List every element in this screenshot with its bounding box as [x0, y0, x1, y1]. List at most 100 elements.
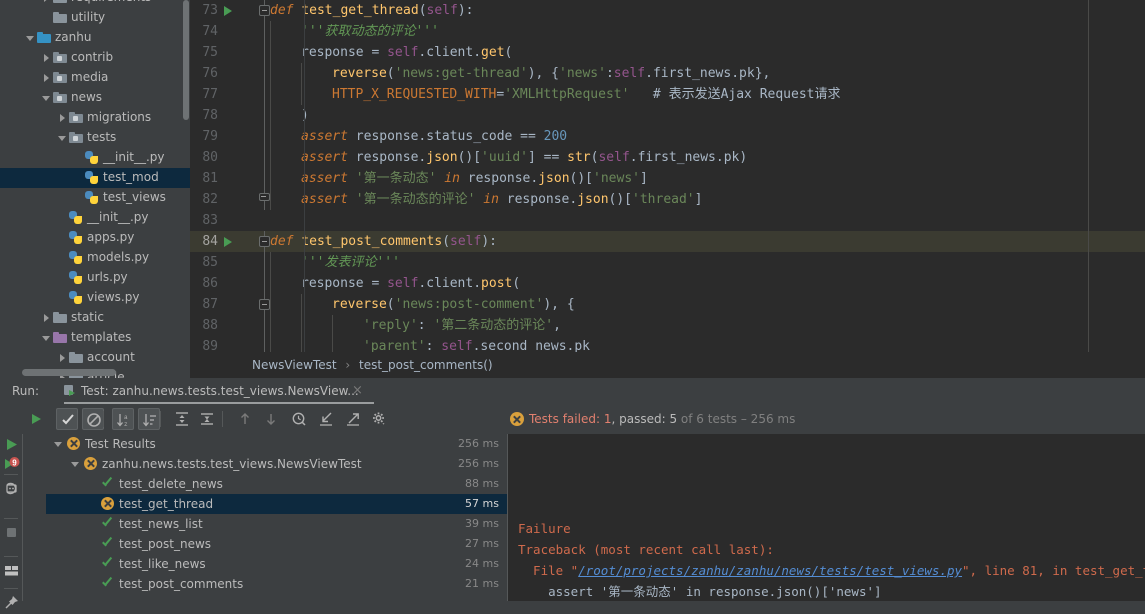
export-tests-button[interactable] [342, 408, 364, 430]
project-tree-item[interactable]: test_views [0, 188, 190, 208]
project-tree-item[interactable]: templates [0, 328, 190, 348]
project-tree-horizontal-scrollbar[interactable] [22, 369, 116, 376]
line-number: 76 [202, 66, 218, 81]
chevron-down-icon[interactable] [54, 438, 64, 448]
project-tree-panel[interactable]: requirements utility zanhu contrib media news… [0, 0, 190, 378]
code-line[interactable]: 89 'parent': self.second_news.pk [190, 336, 1145, 352]
code-line[interactable]: 78) [190, 105, 1145, 126]
chevron-right-icon[interactable] [42, 0, 51, 2]
code-editor-lines[interactable]: 73 def test_get_thread(self): 74 '''获取动态的评论… [190, 0, 1145, 352]
fold-collapse-icon[interactable] [259, 299, 270, 310]
expand-all-button[interactable] [171, 408, 193, 430]
project-tree-item[interactable]: models.py [0, 248, 190, 268]
output-assert-line: assert '第一条动态' in response.json()['news'… [518, 584, 882, 599]
close-tab-icon[interactable]: × [352, 378, 363, 404]
code-line[interactable]: 85 '''发表评论''' [190, 252, 1145, 273]
track-running-test-button[interactable] [288, 408, 310, 430]
chevron-right-icon[interactable] [58, 353, 67, 362]
project-tree-item[interactable]: utility [0, 8, 190, 28]
code-line[interactable]: 76 reverse('news:get-thread'), {'news':se… [190, 63, 1145, 84]
run-test-gutter-icon[interactable] [224, 6, 232, 16]
layout-button[interactable] [3, 562, 20, 579]
project-tree-item[interactable]: migrations [0, 108, 190, 128]
code-line[interactable]: 80 assert response.json()['uuid'] == str(… [190, 147, 1145, 168]
chevron-right-icon[interactable] [42, 73, 51, 82]
rerun-tests-button[interactable] [25, 408, 47, 430]
code-line[interactable]: 75 response = self.client.get( [190, 42, 1145, 63]
chevron-right-icon[interactable] [58, 113, 67, 122]
project-tree-item[interactable]: __init__.py [0, 208, 190, 228]
chevron-down-icon[interactable] [42, 333, 51, 342]
fold-collapse-icon[interactable] [259, 236, 270, 247]
hide-ignored-toggle[interactable] [82, 408, 104, 430]
stop-button[interactable] [3, 524, 20, 541]
chevron-down-icon[interactable] [58, 133, 67, 142]
project-tree-item[interactable]: requirements [0, 0, 190, 8]
test-tree-row[interactable]: test_delete_news 88 ms [46, 474, 507, 494]
code-line[interactable]: 86 response = self.client.post( [190, 273, 1145, 294]
breadcrumb-method[interactable]: test_post_comments() [359, 358, 493, 372]
chevron-right-icon[interactable] [42, 313, 51, 322]
next-failed-button[interactable] [260, 408, 282, 430]
import-tests-button[interactable] [315, 408, 337, 430]
code-line[interactable]: 81 assert '第一条动态' in response.json()['new… [190, 168, 1145, 189]
code-line[interactable]: 74 '''获取动态的评论''' [190, 21, 1145, 42]
sort-alphabetically-toggle[interactable]: az [112, 408, 134, 430]
project-tree-item[interactable]: apps.py [0, 228, 190, 248]
collapse-all-button[interactable] [196, 408, 218, 430]
test-settings-button[interactable] [368, 408, 390, 430]
test-tree-row[interactable]: test_post_comments 21 ms [46, 574, 507, 594]
code-line[interactable]: 83 [190, 210, 1145, 231]
project-tree-item[interactable]: media [0, 68, 190, 88]
project-tree-item[interactable]: views.py [0, 288, 190, 308]
code-line[interactable]: 87 reverse('news:post-comment'), { [190, 294, 1145, 315]
pin-tab-button[interactable] [3, 594, 20, 611]
test-tree-row[interactable]: test_post_news 27 ms [46, 534, 507, 554]
code-line[interactable]: 84 def test_post_comments(self): [190, 231, 1145, 252]
test-tree-row[interactable]: test_news_list 39 ms [46, 514, 507, 534]
test-duration: 256 ms [458, 457, 499, 470]
project-tree-item[interactable]: test_mod [0, 168, 190, 188]
project-tree-item[interactable]: tests [0, 128, 190, 148]
project-tree-item[interactable]: static [0, 308, 190, 328]
project-tree-item[interactable]: urls.py [0, 268, 190, 288]
chevron-down-icon[interactable] [42, 93, 51, 102]
code-line[interactable]: 77 HTTP_X_REQUESTED_WITH='XMLHttpRequest'… [190, 84, 1145, 105]
chevron-down-icon[interactable] [71, 458, 81, 468]
code-line[interactable]: 79 assert response.status_code == 200 [190, 126, 1145, 147]
toggle-auto-test-button[interactable] [3, 480, 20, 497]
test-tree-row[interactable]: test_like_news 24 ms [46, 554, 507, 574]
prev-failed-button[interactable] [234, 408, 256, 430]
editor-breadcrumb[interactable]: NewsViewTest › test_post_comments() [190, 352, 1145, 378]
project-tree-item[interactable]: zanhu [0, 28, 190, 48]
fold-end-icon[interactable] [259, 193, 270, 204]
test-output-console[interactable]: Failure Traceback (most recent call last… [508, 434, 1145, 601]
project-tree-vertical-scrollbar[interactable] [183, 0, 189, 120]
project-tree-item[interactable]: news [0, 88, 190, 108]
project-tree-item[interactable]: __init__.py [0, 148, 190, 168]
test-tree-row[interactable]: test_get_thread 57 ms [46, 494, 507, 514]
code-line[interactable]: 82 assert '第一条动态的评论' in response.json()['… [190, 189, 1145, 210]
run-configuration-tab[interactable]: Test: zanhu.news.tests.test_views.NewsVi… [64, 378, 359, 404]
test-tree-row[interactable]: Test Results 256 ms [46, 434, 507, 454]
breadcrumb-class[interactable]: NewsViewTest [252, 358, 337, 372]
test-failed-icon [67, 437, 80, 450]
code-line[interactable]: 88 'reply': '第二条动态的评论', [190, 315, 1145, 336]
test-results-tree[interactable]: Test Results 256 ms zanhu.news.tests.test_… [46, 434, 507, 601]
sort-by-duration-toggle[interactable] [138, 408, 160, 430]
code-line[interactable]: 73 def test_get_thread(self): [190, 0, 1145, 21]
chevron-down-icon[interactable] [26, 33, 35, 42]
svg-text:9: 9 [12, 458, 17, 467]
code-editor[interactable]: 73 def test_get_thread(self): 74 '''获取动态的评论… [190, 0, 1145, 378]
arrow-down-icon [260, 408, 282, 430]
project-tree-item[interactable]: contrib [0, 48, 190, 68]
test-tree-row[interactable]: zanhu.news.tests.test_views.NewsViewTest… [46, 454, 507, 474]
rerun-button[interactable] [3, 436, 20, 453]
rerun-failed-button[interactable]: 9 [3, 456, 20, 473]
show-passed-toggle[interactable] [56, 408, 78, 430]
run-test-gutter-icon[interactable] [224, 237, 232, 247]
project-tree-item[interactable]: account [0, 348, 190, 368]
output-file-path-link[interactable]: /root/projects/zanhu/zanhu/news/tests/te… [578, 563, 962, 578]
fold-collapse-icon[interactable] [259, 5, 270, 16]
chevron-right-icon[interactable] [42, 53, 51, 62]
